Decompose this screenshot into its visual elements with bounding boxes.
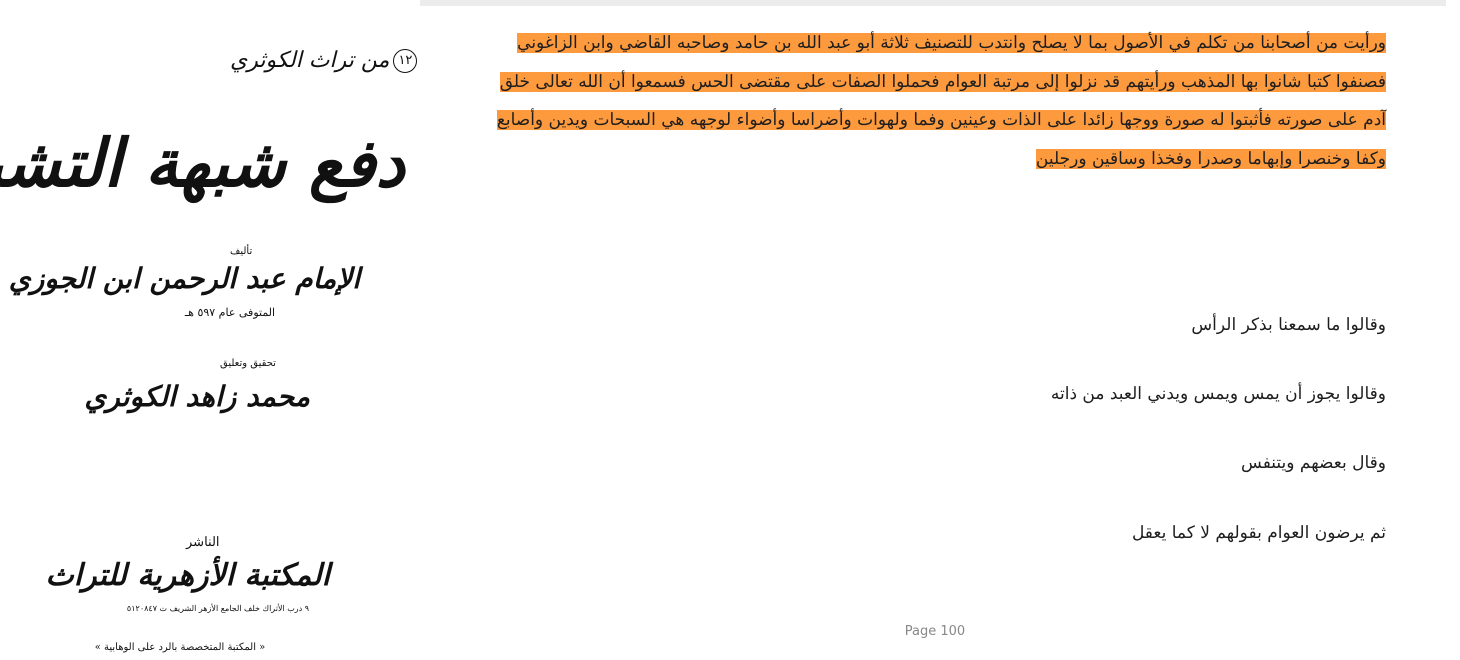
series-number-badge: ١٢ — [393, 49, 418, 73]
publisher-label: الناشر — [186, 535, 220, 550]
text-highlight[interactable]: ورأيت من أصحابنا من تكلم في الأصول بما ل… — [496, 33, 1386, 169]
reader-page: ورأيت من أصحابنا من تكلم في الأصول بما ل… — [480, 24, 1386, 543]
series-title: ١٢من تراث الكوثري — [230, 48, 418, 73]
book-author: الإمام عبد الرحمن ابن الجوزي — [8, 262, 360, 295]
book-publisher: المكتبة الأزهرية للتراث — [45, 558, 330, 593]
text-line: وقالوا ما سمعنا بذكر الرأس — [1191, 315, 1386, 335]
page-number-label: Page 100 — [904, 624, 966, 639]
book-title: دفع شبهة التشبيه — [0, 124, 406, 202]
highlighted-paragraph[interactable]: ورأيت من أصحابنا من تكلم في الأصول بما ل… — [480, 24, 1386, 178]
top-divider — [420, 0, 1446, 6]
author-label: تأليف — [230, 246, 253, 257]
author-death-note: المتوفى عام ٥٩٧ هـ — [184, 306, 276, 319]
book-cover-image: ١٢من تراث الكوثري دفع شبهة التشبيه تأليف… — [0, 0, 420, 660]
text-line: وقالوا يجوز أن يمس ويمس ويدني العبد من ذ… — [1050, 384, 1386, 404]
series-label: من تراث الكوثري — [230, 48, 390, 73]
editor-label: تحقيق وتعليق — [220, 358, 276, 369]
text-line: وقال بعضهم ويتنفس — [1241, 453, 1386, 473]
publisher-address: ٩ درب الأتراك خلف الجامع الأزهر الشريف ت… — [126, 604, 310, 613]
publisher-note: « المكتبة المتخصصة بالرد على الوهابية » — [94, 642, 266, 653]
book-editor: محمد زاهد الكوثري — [84, 380, 310, 413]
text-line: ثم يرضون العوام بقولهم لا كما يعقل — [1131, 523, 1386, 543]
